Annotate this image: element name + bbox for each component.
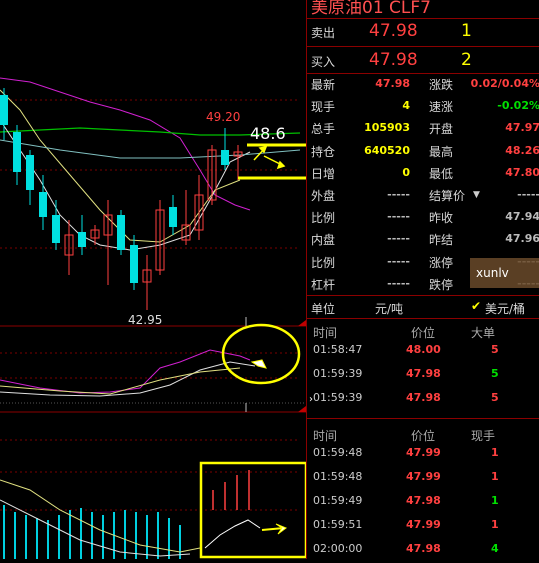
trade-time: 02:00:00 xyxy=(313,542,363,555)
currency-value[interactable]: 美元/桶 xyxy=(485,300,525,317)
kline-chart-area[interactable]: 49.20 42.95 48.6 xyxy=(0,0,308,559)
col-header-price: 价位 xyxy=(411,326,436,340)
stat-value: ----- xyxy=(387,210,410,224)
stat-value: 47.97 xyxy=(505,121,539,135)
annotation-price: 48.6 xyxy=(250,124,286,143)
trade-price: 48.00 xyxy=(406,343,441,356)
trade-qty: 4 xyxy=(491,542,499,555)
stat-label: 涨跌 xyxy=(429,78,454,92)
stat-label: 涨停 xyxy=(429,255,454,270)
trade-qty: 5 xyxy=(491,391,499,404)
col-header-qty: 现手 xyxy=(471,429,496,443)
trade-time: 01:59:51 xyxy=(313,518,363,531)
unit-label: 单位 xyxy=(311,302,336,316)
trade-price: 47.98 xyxy=(406,494,441,507)
dropdown-arrow-icon[interactable]: ▼ xyxy=(473,190,480,200)
stat-value: ----- xyxy=(517,188,539,201)
trade-time: 01:58:47 xyxy=(313,343,363,356)
stat-value: 640520 xyxy=(364,143,410,157)
stat-label: 内盘 xyxy=(311,233,336,248)
row-pointer-icon: › xyxy=(309,394,313,405)
trade-price: 47.99 xyxy=(406,446,441,459)
trade-time: 01:59:39 xyxy=(313,391,363,404)
trade-qty: 5 xyxy=(491,367,499,380)
stat-label: 开盘 xyxy=(429,122,454,137)
stat-label: 昨收 xyxy=(429,211,454,226)
trade-qty: 1 xyxy=(491,518,499,531)
trade-qty: 1 xyxy=(491,446,499,459)
chart-svg xyxy=(0,77,308,559)
check-icon[interactable]: ✔ xyxy=(471,299,481,313)
stat-label: 最高 xyxy=(429,144,454,159)
stat-label: 现手 xyxy=(311,100,336,115)
stat-value: ----- xyxy=(387,276,410,290)
trade-time: 01:59:48 xyxy=(313,470,363,483)
stat-value: ----- xyxy=(387,188,410,201)
buy-label: 买入 xyxy=(311,55,336,69)
stat-value: 48.26 xyxy=(505,143,539,157)
col-header-price: 价位 xyxy=(411,429,436,443)
stat-value: 47.80 xyxy=(505,165,539,179)
trade-qty: 5 xyxy=(491,343,499,356)
stat-label: 总手 xyxy=(311,122,336,137)
stat-value: 105903 xyxy=(364,121,410,135)
stat-value: 47.96 xyxy=(505,232,539,246)
stat-label: 日增 xyxy=(311,166,336,181)
trade-qty: 1 xyxy=(491,494,499,507)
stat-value: -0.02% xyxy=(497,99,539,113)
sell-price[interactable]: 47.98 xyxy=(369,21,418,41)
trade-time: 01:59:49 xyxy=(313,494,363,507)
trade-price: 47.98 xyxy=(406,542,441,555)
trade-price: 47.99 xyxy=(406,518,441,531)
stat-value: 0.02/0.04% xyxy=(470,77,539,90)
watermark: xunlv xyxy=(476,266,509,280)
trade-price: 47.98 xyxy=(406,391,441,404)
low-price-label: 42.95 xyxy=(128,313,163,327)
trade-price: 47.98 xyxy=(406,367,441,380)
high-price-label: 49.20 xyxy=(206,110,241,124)
stat-label: 外盘 xyxy=(311,189,336,203)
stat-label: 最低 xyxy=(429,166,454,181)
stat-value: ----- xyxy=(387,232,410,246)
quote-panel: 美原油01 CLF7 卖出 47.98 1 买入 47.98 2 最新 47.98… xyxy=(306,0,539,559)
stat-label: 速涨 xyxy=(429,100,454,115)
sell-label: 卖出 xyxy=(311,26,336,40)
col-header-time: 时间 xyxy=(313,429,338,443)
col-header-time: 时间 xyxy=(313,326,338,340)
stat-value: 0 xyxy=(402,165,410,179)
stat-value: ----- xyxy=(387,254,410,268)
buy-price[interactable]: 47.98 xyxy=(369,50,418,70)
sell-qty: 1 xyxy=(461,21,472,41)
stat-label: 持仓 xyxy=(311,144,336,159)
stat-value: 47.98 xyxy=(375,77,410,90)
stat-label: 杠杆 xyxy=(311,277,336,292)
stat-value: 4 xyxy=(402,99,410,113)
trade-time: 01:59:39 xyxy=(313,367,363,380)
trade-qty: 1 xyxy=(491,470,499,483)
stat-label: 昨结 xyxy=(429,233,454,248)
stat-value: 47.94 xyxy=(505,210,539,224)
buy-qty: 2 xyxy=(461,50,472,70)
col-header-qty: 大单 xyxy=(471,326,496,340)
trade-time: 01:59:48 xyxy=(313,446,363,459)
stat-label: 比例 xyxy=(311,255,336,270)
stat-label: 最新 xyxy=(311,78,336,92)
instrument-title: 美原油01 CLF7 xyxy=(311,0,431,18)
stat-label: 比例 xyxy=(311,211,336,226)
trade-price: 47.99 xyxy=(406,470,441,483)
stat-label[interactable]: 结算价 xyxy=(429,187,465,204)
stat-label: 跌停 xyxy=(429,277,454,292)
unit-value[interactable]: 元/吨 xyxy=(375,300,403,317)
